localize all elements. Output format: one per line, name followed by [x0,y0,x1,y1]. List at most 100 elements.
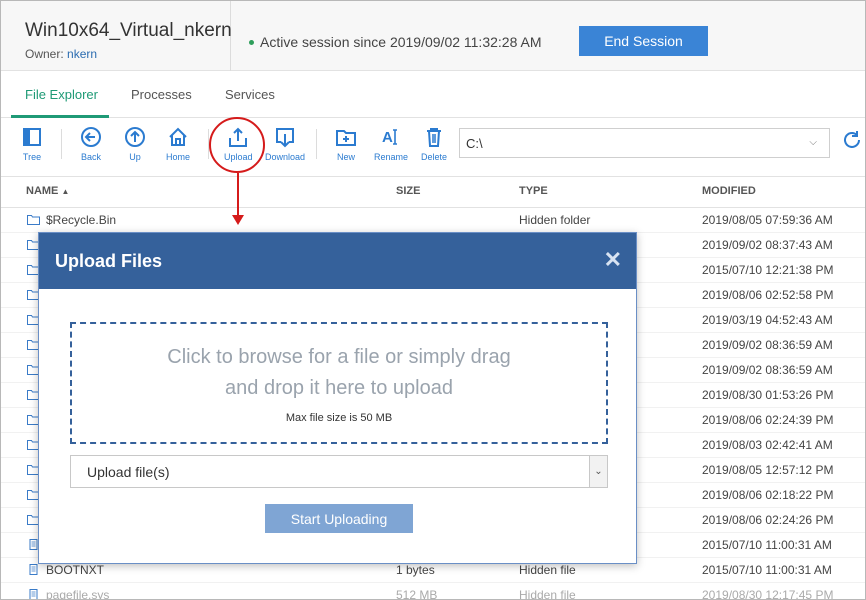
back-button[interactable]: Back [80,126,102,162]
file-modified: 2019/08/03 02:42:41 AM [702,438,833,452]
max-file-size-note: Max file size is 50 MB [285,412,393,424]
chevron-down-icon: ⌵ [809,137,817,148]
upload-type-select[interactable]: Upload file(s) ⌄ [70,455,608,488]
file-modified: 2019/09/02 08:36:59 AM [702,363,833,377]
upload-type-value: Upload file(s) [87,464,170,480]
owner-link[interactable]: nkern [67,47,97,61]
new-folder-button[interactable]: New [335,126,357,162]
rename-button[interactable]: A Rename [374,126,408,162]
home-label: Home [166,152,191,162]
delete-button[interactable]: Delete [421,126,447,162]
start-uploading-button[interactable]: Start Uploading [265,504,413,533]
upload-files-dialog: Upload Files ✕ Click to browse for a fil… [38,232,637,564]
remote-file-explorer-window: Win10x64_Virtual_nkern Owner: nkern Acti… [0,0,866,600]
active-tab-indicator [11,115,109,118]
toolbar-divider [316,129,317,159]
column-name-label: NAME [26,185,59,197]
file-size: 512 MB [396,588,438,600]
file-modified: 2015/07/10 12:21:38 PM [702,263,834,277]
drop-zone-line2: and drop it here to upload [225,377,453,399]
file-icon [27,564,40,575]
column-type[interactable]: TYPE [519,185,548,197]
download-button[interactable]: Download [265,126,305,162]
file-table-header: NAME ▲ SIZE TYPE MODIFIED [1,178,865,208]
owner-label: Owner: [25,47,64,61]
file-name: BOOTNXT [46,563,105,577]
download-icon [276,128,295,148]
dialog-header: Upload Files ✕ [39,233,636,289]
file-type: Hidden file [519,588,576,600]
table-row[interactable]: $Recycle.Bin Hidden folder 2019/08/05 07:5… [1,208,865,233]
device-info: Win10x64_Virtual_nkern Owner: nkern [1,1,232,71]
new-label: New [336,152,355,162]
file-modified: 2015/07/10 11:00:31 AM [702,563,832,577]
tab-file-explorer[interactable]: File Explorer [25,87,98,102]
up-label: Up [129,152,141,162]
file-modified: 2019/08/06 02:18:22 PM [702,488,834,502]
column-modified[interactable]: MODIFIED [702,185,756,197]
toolbar: Tree Back Up Home Upload Download New A … [1,119,865,177]
upload-highlight-circle [209,117,265,173]
file-name: pagefile.sys [46,588,110,600]
device-name: Win10x64_Virtual_nkern [25,20,232,41]
column-name[interactable]: NAME ▲ [26,185,69,197]
file-name: $Recycle.Bin [46,213,117,227]
file-modified: 2019/09/02 08:36:59 AM [702,338,833,352]
table-row[interactable]: pagefile.sys 512 MB Hidden file 2019/08/30 … [1,583,865,600]
file-size: 1 bytes [396,563,435,577]
path-select[interactable]: C:\ ⌵ [459,128,830,158]
close-icon[interactable]: ✕ [604,247,622,273]
tab-bar: File Explorer Processes Services [1,71,865,118]
file-modified: 2019/08/06 02:24:39 PM [702,413,834,427]
new-folder-icon [336,130,356,146]
file-icon [27,589,40,599]
file-modified: 2019/03/19 04:52:43 AM [702,313,833,327]
drop-zone-line1: Click to browse for a file or simply dra… [167,346,511,368]
file-drop-zone[interactable]: Click to browse for a file or simply dra… [70,322,608,444]
owner-line: Owner: nkern [25,47,97,61]
end-session-button[interactable]: End Session [579,26,708,56]
file-modified: 2019/08/05 07:59:36 AM [702,213,833,227]
chevron-down-icon: ⌄ [589,456,607,487]
column-size[interactable]: SIZE [396,185,420,197]
tree-button[interactable]: Tree [21,126,43,162]
delete-label: Delete [421,152,448,162]
session-status-text: Active session since 2019/09/02 11:32:28… [260,34,542,50]
highlight-arrow-line [237,173,239,217]
status-dot-icon [249,39,254,45]
toolbar-divider [61,129,62,159]
download-label: Download [265,152,306,162]
home-button[interactable]: Home [166,126,190,162]
session-status: Active session since 2019/09/02 11:32:28… [249,34,541,50]
dialog-title: Upload Files [55,251,163,271]
rename-label: Rename [374,152,409,162]
file-modified: 2019/09/02 08:37:43 AM [702,238,833,252]
sort-ascending-icon: ▲ [61,187,70,196]
file-modified: 2019/08/06 02:52:58 PM [702,288,834,302]
back-icon [81,127,101,147]
file-modified: 2019/08/30 12:17:45 PM [702,588,834,600]
tab-services[interactable]: Services [225,87,275,102]
tree-label: Tree [22,152,42,162]
folder-icon [27,214,40,225]
file-modified: 2019/08/05 12:57:12 PM [702,463,834,477]
path-value: C:\ [466,136,483,151]
refresh-button[interactable] [841,129,863,156]
session-header: Win10x64_Virtual_nkern Owner: nkern Acti… [1,1,865,71]
tree-icon [23,128,41,146]
file-modified: 2019/08/06 02:24:26 PM [702,513,834,527]
svg-text:A: A [382,129,393,146]
refresh-icon [844,131,860,148]
file-type: Hidden folder [519,213,591,227]
up-icon [125,127,145,147]
tab-processes[interactable]: Processes [131,87,192,102]
rename-icon: A [382,129,398,146]
up-button[interactable]: Up [124,126,146,162]
home-icon [169,127,187,146]
back-label: Back [80,152,101,162]
drop-zone-text: Click to browse for a file or simply dra… [72,342,606,404]
file-type: Hidden file [519,563,576,577]
trash-icon [427,128,441,147]
file-modified: 2015/07/10 11:00:31 AM [702,538,832,552]
file-modified: 2019/08/30 01:53:26 PM [702,388,834,402]
